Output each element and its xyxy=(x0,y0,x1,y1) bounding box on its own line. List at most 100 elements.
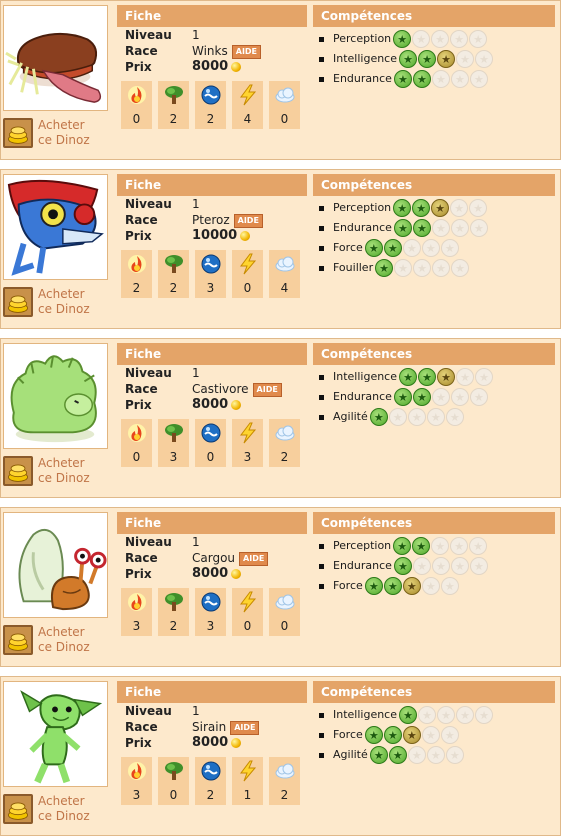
star-icon: ★ xyxy=(394,259,413,277)
star-icon: ★ xyxy=(456,50,475,68)
star-icon: ★ xyxy=(369,408,388,426)
niveau-row: Niveau 1 xyxy=(117,534,307,550)
dinoz-portrait[interactable] xyxy=(3,512,108,618)
aide-button[interactable]: AIDE xyxy=(231,44,262,59)
star-icon: ★ xyxy=(469,537,488,555)
niveau-value: 1 xyxy=(192,535,200,549)
competences-header: Compétences xyxy=(313,681,555,703)
star-icon: ★ xyxy=(437,50,456,68)
star-icon: ★ xyxy=(469,557,488,575)
water-icon xyxy=(200,253,222,275)
star-icon: ★ xyxy=(412,30,431,48)
element-box: 3 xyxy=(195,250,226,298)
star-icon: ★ xyxy=(393,557,412,575)
star-icon: ★ xyxy=(431,30,450,48)
star-icon: ★ xyxy=(475,50,494,68)
niveau-value: 1 xyxy=(192,366,200,380)
wood-icon xyxy=(163,760,185,782)
aide-button[interactable]: AIDE xyxy=(233,213,263,228)
buy-dinoz-button[interactable]: Acheter ce Dinoz xyxy=(3,791,108,827)
buy-label-line2: ce Dinoz xyxy=(38,133,90,147)
star-icon: ★ xyxy=(431,388,450,406)
air-icon xyxy=(274,253,296,275)
prix-value-wrap: 8000 xyxy=(192,59,242,75)
buy-dinoz-button[interactable]: Acheter ce Dinoz xyxy=(3,284,108,320)
niveau-value: 1 xyxy=(192,28,200,42)
element-box: 3 xyxy=(195,588,226,636)
competences-header: Compétences xyxy=(313,5,555,27)
star-icon: ★ xyxy=(469,30,488,48)
fiche-header: Fiche xyxy=(117,5,307,27)
skill-item: Endurance ★ ★ ★ ★ ★ xyxy=(313,218,555,238)
element-box: 0 xyxy=(232,588,263,636)
element-box: 0 xyxy=(121,419,152,467)
element-value: 3 xyxy=(206,619,215,633)
fiche-header: Fiche xyxy=(117,681,307,703)
fire-icon xyxy=(126,591,148,613)
skill-name: Force xyxy=(333,728,363,741)
dinoz-portrait[interactable] xyxy=(3,343,108,449)
star-icon: ★ xyxy=(412,219,431,237)
skill-item: Force ★ ★ ★ ★ ★ xyxy=(313,238,555,258)
skill-stars: ★ ★ ★ ★ ★ xyxy=(364,239,459,257)
star-icon: ★ xyxy=(393,537,412,555)
element-box: 2 xyxy=(269,419,300,467)
dinoz-card: Acheter ce Dinoz Fiche Niveau 1 Race Castivore… xyxy=(0,338,561,498)
element-value: 0 xyxy=(280,619,289,633)
dinoz-portrait[interactable] xyxy=(3,174,108,280)
prix-label: Prix xyxy=(125,60,152,74)
dinoz-portrait[interactable] xyxy=(3,5,108,111)
element-value: 3 xyxy=(206,281,215,295)
star-icon: ★ xyxy=(431,219,450,237)
skill-item: Endurance ★ ★ ★ ★ ★ xyxy=(313,556,555,576)
race-value: Pteroz xyxy=(192,213,230,227)
competences-panel: Compétences Perception ★ ★ ★ ★ ★ Endurance ★ ★ ★ ★ ★… xyxy=(313,512,555,596)
skill-stars: ★ ★ ★ ★ ★ xyxy=(399,368,494,386)
race-label: Race xyxy=(125,213,158,227)
skill-name: Force xyxy=(333,241,363,254)
star-icon: ★ xyxy=(393,199,412,217)
fiche-header: Fiche xyxy=(117,343,307,365)
skill-stars: ★ ★ ★ ★ ★ xyxy=(393,388,488,406)
skill-item: Intelligence ★ ★ ★ ★ ★ xyxy=(313,705,555,725)
buy-label: Acheter ce Dinoz xyxy=(38,118,90,148)
skill-name: Endurance xyxy=(333,221,392,234)
competences-panel: Compétences Intelligence ★ ★ ★ ★ ★ Force ★ ★ ★ ★ ★ Ag… xyxy=(313,681,555,765)
prix-row: Prix 8000 xyxy=(117,566,307,582)
star-icon: ★ xyxy=(437,368,456,386)
star-icon: ★ xyxy=(421,239,440,257)
aide-button[interactable]: AIDE xyxy=(239,551,269,566)
water-icon xyxy=(200,760,222,782)
prix-label: Prix xyxy=(125,398,152,412)
skill-stars: ★ ★ ★ ★ ★ xyxy=(399,706,494,724)
buy-dinoz-button[interactable]: Acheter ce Dinoz xyxy=(3,453,108,489)
skill-stars: ★ ★ ★ ★ ★ xyxy=(393,219,488,237)
fiche-panel: Fiche Niveau 1 Race Winks AIDE Prix 8000 0 2 2 4 0 xyxy=(117,5,307,129)
star-icon: ★ xyxy=(475,706,494,724)
race-label: Race xyxy=(125,551,158,565)
buy-dinoz-button[interactable]: Acheter ce Dinoz xyxy=(3,622,108,658)
aide-button[interactable]: AIDE xyxy=(230,720,260,735)
star-icon: ★ xyxy=(399,50,418,68)
air-icon xyxy=(274,760,296,782)
skill-item: Force ★ ★ ★ ★ ★ xyxy=(313,576,555,596)
buy-label-line2: ce Dinoz xyxy=(38,640,90,654)
buy-dinoz-button[interactable]: Acheter ce Dinoz xyxy=(3,115,108,151)
star-icon: ★ xyxy=(440,577,459,595)
dinoz-portrait[interactable] xyxy=(3,681,108,787)
race-value: Cargou xyxy=(192,551,236,565)
star-icon: ★ xyxy=(413,259,432,277)
aide-button[interactable]: AIDE xyxy=(252,382,282,397)
buy-label-line1: Acheter xyxy=(38,118,85,132)
dinoz-card: Acheter ce Dinoz Fiche Niveau 1 Race Winks AIDE… xyxy=(0,0,561,160)
star-icon: ★ xyxy=(364,726,383,744)
elements-row: 3 2 3 0 0 xyxy=(121,588,300,636)
race-value: Winks xyxy=(192,44,228,58)
element-value: 2 xyxy=(169,112,178,126)
skill-item: Force ★ ★ ★ ★ ★ xyxy=(313,725,555,745)
coin-icon xyxy=(231,568,242,579)
star-icon: ★ xyxy=(445,408,464,426)
race-value-wrap: Castivore AIDE xyxy=(192,381,282,397)
race-value-wrap: Sirain AIDE xyxy=(192,719,260,735)
niveau-row: Niveau 1 xyxy=(117,365,307,381)
